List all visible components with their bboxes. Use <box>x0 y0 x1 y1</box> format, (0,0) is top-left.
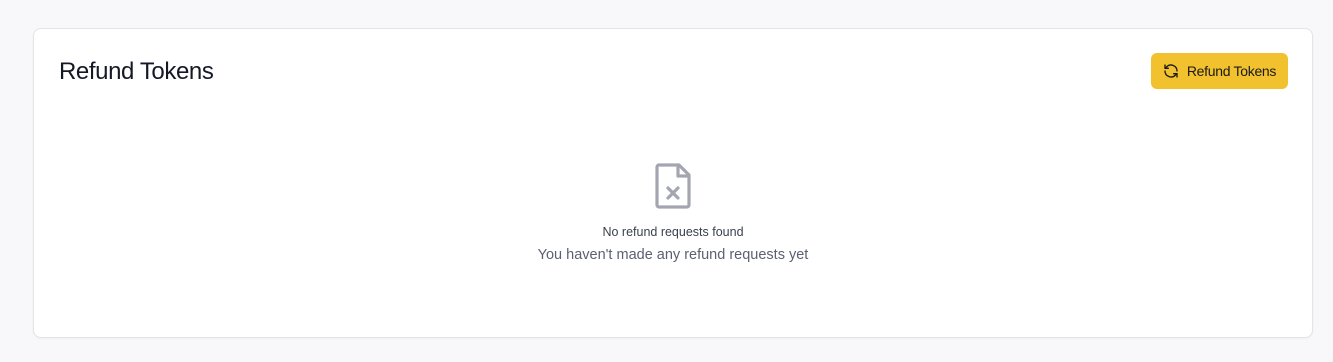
empty-state: No refund requests found You haven't mad… <box>34 162 1312 265</box>
file-x-icon <box>653 162 693 210</box>
refund-tokens-card: Refund Tokens Refund Tokens No refund re… <box>33 28 1313 338</box>
refresh-icon <box>1163 63 1179 79</box>
empty-state-title: No refund requests found <box>602 225 744 239</box>
refund-tokens-button[interactable]: Refund Tokens <box>1151 53 1288 89</box>
refund-tokens-button-label: Refund Tokens <box>1186 63 1277 79</box>
card-title: Refund Tokens <box>59 58 214 85</box>
empty-state-subtitle: You haven't made any refund requests yet <box>537 247 809 263</box>
